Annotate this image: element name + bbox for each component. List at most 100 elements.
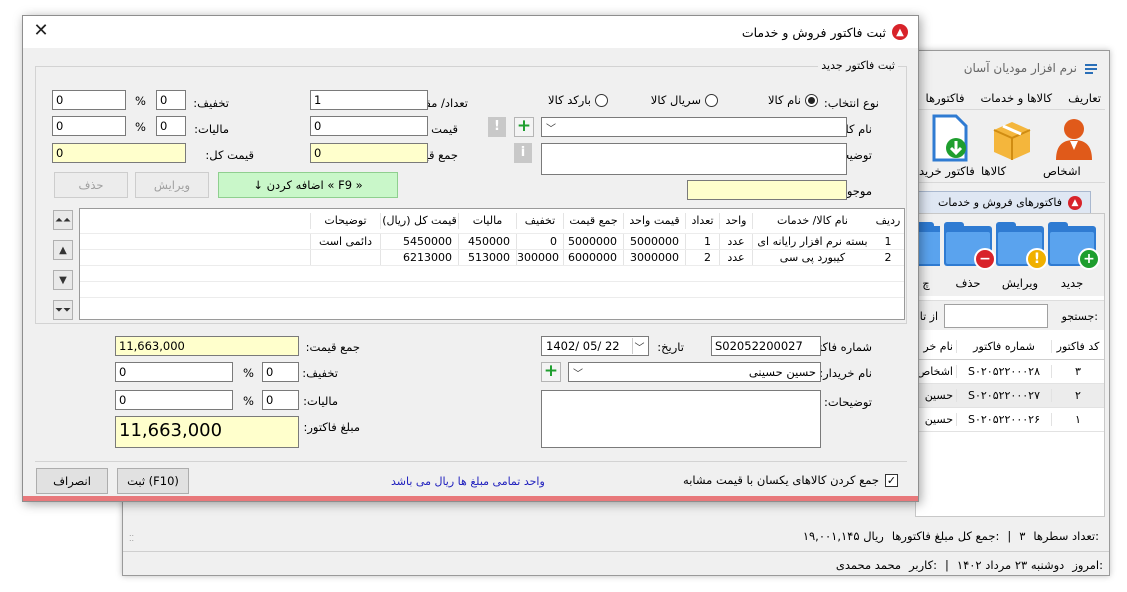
footer-divider [35,461,907,462]
cancel-button[interactable]: انصراف [36,468,108,494]
close-icon[interactable]: ✕ [31,22,51,42]
table-row[interactable]: ۱ S۰۲۰۵۲۲۰۰۰۲۶ حسین [914,408,1104,432]
main-toolbar: اشخاص کالاها فاکتور خرید [915,109,1105,183]
invoice-tax-percent-input[interactable]: 0 [262,390,299,410]
invoice-description-textarea[interactable] [541,390,821,448]
menu-invoices[interactable]: فاکتورها [925,91,964,105]
search-input[interactable] [944,304,1048,328]
col-tax[interactable]: مالیات [458,213,516,229]
user-value: محمد محمدی [835,557,902,572]
calendar-dropdown-icon[interactable]: ﹀ [632,338,646,354]
col-invoice-number[interactable]: شماره فاکتور [956,340,1052,353]
col-unit[interactable]: واحد [719,213,752,229]
move-bottom-icon[interactable]: ⏷⏷ [53,300,73,320]
invoice-items-grid: ردیف نام کالا/ خدمات واحد تعداد قیمت واح… [79,208,905,320]
dialog-bottom-accent [23,496,918,501]
box-icon [988,114,1036,162]
delete-folder-icon[interactable]: − [944,222,996,270]
description-textarea[interactable] [541,143,847,175]
edit-item-button[interactable]: ویرایش [135,172,209,198]
today-label: امروز: [1072,557,1103,572]
add-buyer-plus-icon[interactable]: + [541,362,561,382]
table-row[interactable]: ۳ S۰۲۰۵۲۲۰۰۰۲۸ اشخاص [914,360,1104,384]
radio-item-name[interactable]: نام کالا [768,93,818,107]
table-row[interactable]: 1 بسته نرم افزار رایانه ای عدد 1 5000000… [80,233,904,250]
col-sum-price[interactable]: جمع قیمت [563,213,623,229]
col-invoice-code[interactable]: کد فاکتور [1052,340,1104,353]
cell-buyer: حسین [924,389,953,402]
new-invoice-button[interactable]: جدید [1046,276,1098,290]
cell-discount: 300000 [516,250,563,266]
chevron-down-icon[interactable]: ﹀ [544,119,558,135]
invoices-grid: کد فاکتور شماره فاکتور نام خر ۳ S۰۲۰۵۲۲۰… [914,334,1104,432]
delete-invoice-button[interactable]: حذف [942,276,994,290]
total-price-label: قیمت کل: [205,148,254,162]
col-description[interactable]: توضیحات [310,213,380,229]
merge-items-checkbox[interactable]: ✓ جمع کردن کالاهای یکسان با قیمت مشابه [683,473,898,487]
invoice-tax-amount-input[interactable]: 0 [115,390,233,410]
move-top-icon[interactable]: ⏶⏶ [53,210,73,230]
col-buyer-name[interactable]: نام خر [914,340,956,353]
discount-percent-input[interactable]: 0 [156,90,186,110]
app-title: نرم افزار مودیان آسان [963,61,1077,75]
radio-item-barcode-dot[interactable] [595,93,608,107]
summary-bar: تعداد سطرها: ۳ | جمع کل مبلغ فاکتورها: ۱… [129,523,1103,549]
persons-button[interactable]: اشخاص [1043,110,1105,180]
add-item-plus-icon[interactable]: + [514,117,534,137]
quantity-input[interactable]: 1 [310,90,428,110]
date-picker[interactable]: 1402/ 05/ 22 ﹀ [541,336,649,356]
col-unit-price[interactable]: قیمت واحد [623,213,685,229]
cell-total: 5450000 [380,234,458,250]
print-invoice-button[interactable]: چ [916,276,936,290]
edit-invoice-button[interactable]: ویرایش [994,276,1046,290]
table-row-empty [80,265,904,281]
invoices-grid-header: کد فاکتور شماره فاکتور نام خر [914,334,1104,360]
delete-item-button[interactable]: حذف [54,172,128,198]
discount-amount-input[interactable]: 0 [52,90,126,110]
cell-code: ۳ [1075,365,1081,378]
cell-number: S۰۲۰۵۲۲۰۰۰۲۶ [956,413,1052,426]
rows-count-label: تعداد سطرها: [1033,529,1099,543]
radio-item-serial-dot[interactable] [705,93,718,107]
col-total[interactable]: قیمت کل (ریال) [380,213,458,229]
col-item-name[interactable]: نام کالا/ خدمات [752,213,872,229]
col-discount[interactable]: تخفیف [516,213,563,229]
app-logo-icon [1083,60,1099,76]
table-row[interactable]: 2 کیبورد پی سی عدد 2 3000000 6000000 300… [80,249,904,266]
add-folder-icon[interactable]: + [1048,222,1100,270]
merge-items-checkbox-box[interactable]: ✓ [885,473,898,487]
table-row[interactable]: ۲ S۰۲۰۵۲۲۰۰۰۲۷ حسین [914,384,1104,408]
tax-amount-input[interactable]: 0 [52,116,126,136]
col-quantity[interactable]: تعداد [685,213,719,229]
dialog-title-bar: ✕ ▲ ثبت فاکتور فروش و خدمات [23,16,918,48]
invoice-sum-field: 11,663,000 [115,336,299,356]
tab-close-icon[interactable]: ▲ [1068,195,1082,210]
radio-item-name-dot[interactable] [805,93,818,107]
invoice-discount-percent-input[interactable]: 0 [262,362,299,382]
dialog-app-icon: ▲ [892,24,908,40]
item-name-combo[interactable]: ﹀ [541,117,847,137]
purchase-invoice-button[interactable]: فاکتور خرید [919,110,981,180]
tab-sales-invoices[interactable]: فاکتورهای فروش و خدمات ▲ [915,191,1091,213]
chevron-down-icon[interactable]: ﹀ [571,364,585,380]
edit-folder-icon[interactable]: ! [996,222,1048,270]
move-down-icon[interactable]: ▼ [53,270,73,290]
goods-button[interactable]: کالاها [981,110,1043,180]
add-item-button[interactable]: ↓ اضافه کردن « F9 » [218,172,398,198]
tax-percent-input[interactable]: 0 [156,116,186,136]
unit-price-input[interactable]: 0 [310,116,428,136]
menu-definitions[interactable]: تعاریف [1068,91,1101,105]
radio-item-barcode[interactable]: بارکد کالا [548,93,608,107]
invoice-number-input[interactable]: S02052200027 [711,336,821,356]
cell-code: ۲ [1075,389,1081,402]
invoice-discount-amount-input[interactable]: 0 [115,362,233,382]
sales-invoice-dialog: ✕ ▲ ثبت فاکتور فروش و خدمات ثبت فاکتور ج… [22,15,919,502]
move-up-icon[interactable]: ▲ [53,240,73,260]
radio-item-serial[interactable]: سریال کالا [651,93,718,107]
menu-goods-services[interactable]: کالاها و خدمات [980,91,1052,105]
buyer-name-combo[interactable]: حسین حسینی ﹀ [568,362,821,382]
save-button[interactable]: ثبت (F10) [117,468,189,494]
col-row[interactable]: ردیف [872,213,904,229]
table-row-empty [80,281,904,297]
person-icon [1050,114,1098,162]
